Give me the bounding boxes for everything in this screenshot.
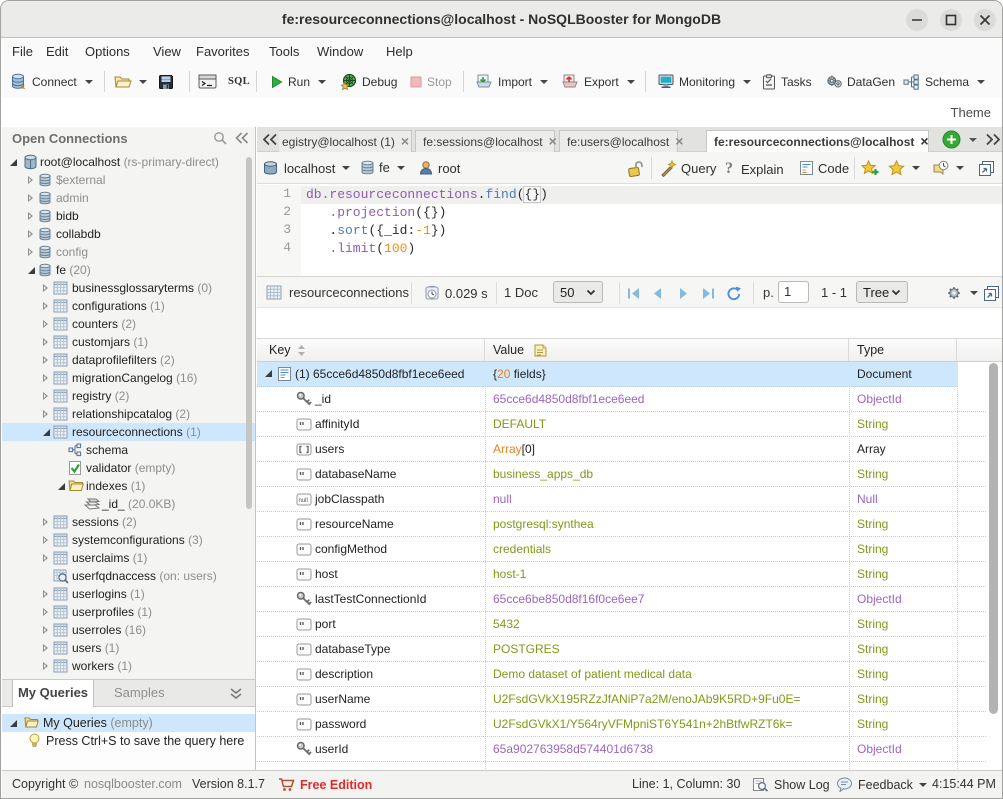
svg-text:null: null — [299, 498, 308, 504]
